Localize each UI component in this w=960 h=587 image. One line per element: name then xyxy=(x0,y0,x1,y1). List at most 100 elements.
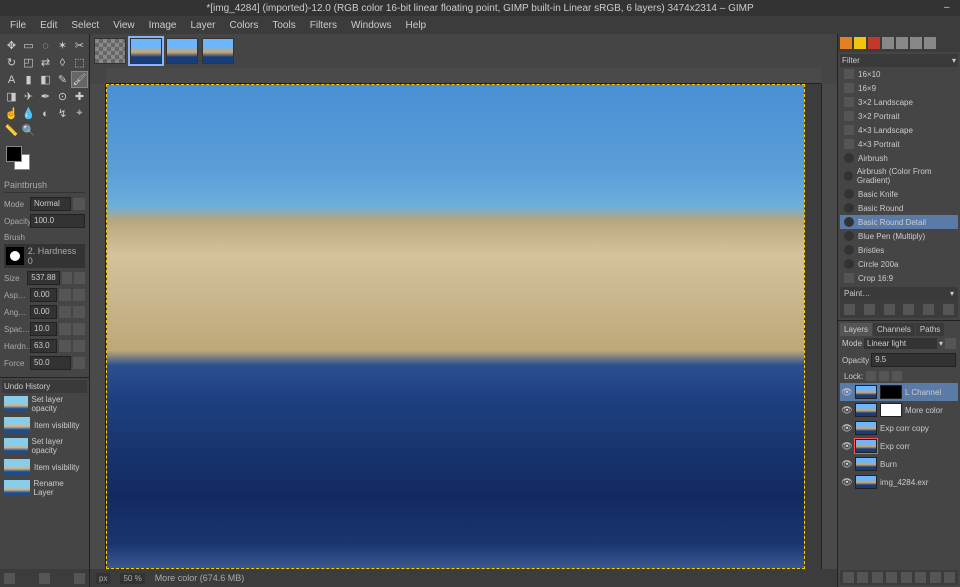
new-layer-icon[interactable] xyxy=(843,572,854,583)
eraser-tool[interactable]: ◨ xyxy=(4,89,19,104)
layer-item[interactable]: 👁Exp corr copy xyxy=(840,419,958,437)
lower-layer-icon[interactable] xyxy=(886,572,897,583)
menu-edit[interactable]: Edit xyxy=(34,18,63,33)
visibility-icon[interactable]: 👁 xyxy=(842,423,852,433)
unified-tool[interactable]: ⬚ xyxy=(72,55,87,70)
delete-icon[interactable] xyxy=(74,573,85,584)
mask-layer-icon[interactable] xyxy=(930,572,941,583)
dodge-tool[interactable]: ◐ xyxy=(38,106,53,121)
undo-item[interactable]: Item visibility xyxy=(2,457,87,477)
scrollbar-vertical[interactable] xyxy=(805,84,821,569)
menu-icon[interactable] xyxy=(943,304,954,315)
layer-list[interactable]: 👁L Channel👁More color👁Exp corr copy👁Exp … xyxy=(840,383,958,570)
menu-colors[interactable]: Colors xyxy=(223,18,264,33)
layer-item[interactable]: 👁Exp corr xyxy=(840,437,958,455)
smudge-tool[interactable]: ☝ xyxy=(4,106,19,121)
brush-list-item[interactable]: Airbrush xyxy=(840,151,958,165)
visibility-icon[interactable]: 👁 xyxy=(842,387,852,397)
ruler-horizontal[interactable] xyxy=(106,68,821,84)
patterns-tab-icon[interactable] xyxy=(854,37,866,49)
chevron-down-icon[interactable]: ▾ xyxy=(939,339,943,348)
image-tab[interactable] xyxy=(202,38,234,64)
brush-list[interactable]: 16×1016×93×2 Landscape3×2 Portrait4×3 La… xyxy=(840,67,958,287)
brush-list-item[interactable]: Bristles xyxy=(840,243,958,257)
undo-item[interactable]: Rename Layer xyxy=(2,477,87,499)
paint-tab-icon[interactable] xyxy=(910,37,922,49)
close-icon[interactable]: – xyxy=(944,2,954,12)
menu-windows[interactable]: Windows xyxy=(345,18,398,33)
undo-item[interactable]: Set layer opacity xyxy=(2,435,87,457)
brush-list-item[interactable]: Basic Round xyxy=(840,201,958,215)
ruler-vertical[interactable] xyxy=(90,84,106,569)
force-field[interactable]: 50.0 xyxy=(30,356,71,370)
units-select[interactable]: px xyxy=(96,573,110,584)
paint-dynamics-label[interactable]: Paint… xyxy=(844,289,870,298)
zoom-select[interactable]: 50 % xyxy=(120,573,144,584)
canvas[interactable] xyxy=(106,84,805,569)
blur-tool[interactable]: 💧 xyxy=(21,106,36,121)
clone-tool[interactable]: ⊙ xyxy=(55,89,70,104)
new-group-icon[interactable] xyxy=(857,572,868,583)
layer-item[interactable]: 👁L Channel xyxy=(840,383,958,401)
menu-filters[interactable]: Filters xyxy=(304,18,343,33)
mode-swap-icon[interactable] xyxy=(73,198,85,210)
brush-list-item[interactable]: 16×9 xyxy=(840,81,958,95)
visibility-icon[interactable]: 👁 xyxy=(842,405,852,415)
chevron-down-icon[interactable]: ▾ xyxy=(950,289,954,298)
image-tab[interactable] xyxy=(166,38,198,64)
refresh-icon[interactable] xyxy=(923,304,934,315)
crop-tool[interactable]: ✂ xyxy=(72,38,87,53)
ink-tool[interactable]: ✒ xyxy=(38,89,53,104)
lock-alpha-icon[interactable] xyxy=(892,371,902,381)
tab-layers[interactable]: Layers xyxy=(840,323,872,336)
scale-tool[interactable]: ◰ xyxy=(21,55,36,70)
raise-layer-icon[interactable] xyxy=(872,572,883,583)
brush-list-item[interactable]: Basic Round Detail xyxy=(840,215,958,229)
menu-tools[interactable]: Tools xyxy=(266,18,301,33)
undo-item[interactable]: Set layer opacity xyxy=(2,393,87,415)
fonts-tab-icon[interactable] xyxy=(882,37,894,49)
mode-select[interactable]: Normal xyxy=(30,197,71,211)
duplicate-layer-icon[interactable] xyxy=(901,572,912,583)
measure-tool[interactable]: 📏 xyxy=(4,123,19,138)
spacing-field[interactable]: 10.0 xyxy=(30,322,57,336)
duplicate-icon[interactable] xyxy=(884,304,895,315)
brush-list-item[interactable]: 3×2 Landscape xyxy=(840,95,958,109)
color-swatches[interactable] xyxy=(0,142,89,174)
link-icon[interactable] xyxy=(74,272,85,284)
menu-help[interactable]: Help xyxy=(400,18,433,33)
image-tab[interactable] xyxy=(130,38,162,64)
new-icon[interactable] xyxy=(864,304,875,315)
mode-swap-icon[interactable] xyxy=(945,338,956,349)
text-tool[interactable]: A xyxy=(4,72,19,87)
hardness-field[interactable]: 63.0 xyxy=(30,339,57,353)
reset-icon[interactable] xyxy=(59,289,71,301)
link-icon[interactable] xyxy=(73,323,85,335)
link-icon[interactable] xyxy=(73,340,85,352)
aspect-field[interactable]: 0.00 xyxy=(30,288,57,302)
menu-select[interactable]: Select xyxy=(65,18,105,33)
layer-item[interactable]: 👁More color xyxy=(840,401,958,419)
tab-paths[interactable]: Paths xyxy=(916,323,944,336)
color-picker-tool[interactable]: ⌖ xyxy=(72,106,87,121)
rotate-tool[interactable]: ↻ xyxy=(4,55,19,70)
brush-list-item[interactable]: Basic Knife xyxy=(840,187,958,201)
angle-field[interactable]: 0.00 xyxy=(30,305,57,319)
menu-view[interactable]: View xyxy=(107,18,141,33)
menu-layer[interactable]: Layer xyxy=(184,18,221,33)
brush-list-item[interactable]: 4×3 Landscape xyxy=(840,123,958,137)
visibility-icon[interactable]: 👁 xyxy=(842,477,852,487)
tab-channels[interactable]: Channels xyxy=(873,323,915,336)
layer-item[interactable]: 👁img_4284.exr xyxy=(840,473,958,491)
rect-select-tool[interactable]: ▭ xyxy=(21,38,36,53)
airbrush-tool[interactable]: ✈ xyxy=(21,89,36,104)
fuzzy-select-tool[interactable]: ✶ xyxy=(55,38,70,53)
size-field[interactable]: 537.88 xyxy=(27,271,59,285)
brush-list-item[interactable]: 3×2 Portrait xyxy=(840,109,958,123)
zoom-tool[interactable]: 🔍 xyxy=(21,123,36,138)
fg-color[interactable] xyxy=(6,146,22,162)
undo-item[interactable]: Item visibility xyxy=(2,415,87,435)
opacity-field[interactable]: 100.0 xyxy=(30,214,85,228)
edit-icon[interactable] xyxy=(844,304,855,315)
reset-icon[interactable] xyxy=(73,357,85,369)
